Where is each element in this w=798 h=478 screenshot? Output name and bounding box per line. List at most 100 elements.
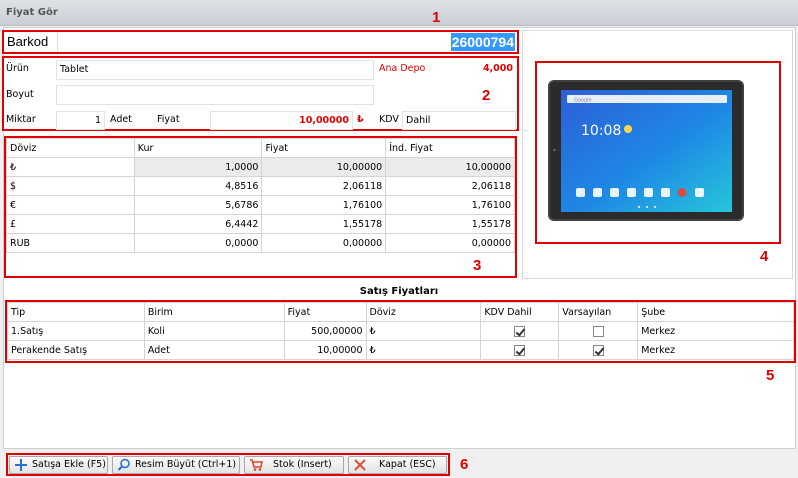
cell-tip: Perakende Satış: [7, 340, 145, 360]
cell-kur: 5,6786: [133, 195, 263, 215]
depo-stock-value: 4,000: [432, 60, 516, 80]
unit-label: Adet: [110, 114, 132, 125]
sales-table-header: Tip Birim Fiyat Döviz KDV Dahil Varsayıl…: [7, 302, 794, 322]
cell-doviz: $: [6, 176, 135, 196]
cell-doviz: £: [6, 214, 135, 234]
col-ind-fiyat[interactable]: İnd. Fiyat: [385, 138, 515, 158]
urun-field[interactable]: Tablet: [56, 60, 374, 80]
cell-doviz: €: [6, 195, 135, 215]
stock-button[interactable]: Stok (Insert): [244, 456, 344, 474]
urun-label: Ürün: [6, 63, 29, 74]
cell-fiyat: 0,00000: [261, 233, 387, 253]
annotation-6: 6: [460, 456, 469, 473]
boyut-label: Boyut: [6, 89, 34, 100]
miktar-label: Miktar: [6, 114, 36, 125]
kdv-label: KDV: [379, 114, 399, 125]
fiyat-label: Fiyat: [157, 114, 180, 125]
cell-ind-fiyat: 0,00000: [385, 233, 515, 253]
table-row[interactable]: ₺ 1,0000 10,00000 10,00000: [6, 157, 515, 177]
cell-fiyat: 2,06118: [261, 176, 387, 196]
product-image[interactable]: Google 10:08: [548, 80, 744, 221]
boyut-field[interactable]: [56, 85, 374, 105]
table-row[interactable]: € 5,6786 1,76100 1,76100: [6, 195, 515, 215]
title-bar: Fiyat Gör: [0, 0, 798, 26]
col-fiyat[interactable]: Fiyat: [283, 302, 367, 322]
col-doviz[interactable]: Döviz: [365, 302, 482, 322]
kdv-dahil-checkbox[interactable]: [514, 344, 526, 356]
col-kur[interactable]: Kur: [133, 138, 263, 158]
depo-label: Ana Depo: [379, 63, 426, 74]
cell-ind-fiyat: 10,00000: [385, 157, 515, 177]
col-tip[interactable]: Tip: [7, 302, 145, 322]
tablet-clock: 10:08: [581, 123, 621, 139]
col-doviz[interactable]: Döviz: [6, 138, 135, 158]
tablet-search-text: Google: [574, 98, 592, 104]
cell-sube: Merkez: [637, 340, 794, 360]
magnifier-icon: [117, 458, 130, 471]
miktar-field[interactable]: 1: [56, 111, 105, 130]
cell-varsayilan: [558, 321, 639, 341]
table-row[interactable]: $ 4,8516 2,06118 2,06118: [6, 176, 515, 196]
cart-icon: [250, 459, 263, 471]
cell-varsayilan: [558, 340, 639, 360]
barcode-label: Barkod: [7, 34, 49, 49]
cell-fiyat: 1,55178: [261, 214, 387, 234]
cell-doviz: ₺: [365, 340, 482, 360]
annotation-5: 5: [766, 367, 775, 384]
table-row[interactable]: RUB 0,0000 0,00000 0,00000: [6, 233, 515, 253]
cell-fiyat: 10,00000: [261, 157, 387, 177]
sales-table: Tip Birim Fiyat Döviz KDV Dahil Varsayıl…: [7, 302, 794, 360]
col-sube[interactable]: Şube: [637, 302, 794, 322]
cell-ind-fiyat: 1,55178: [385, 214, 515, 234]
cell-kdv-dahil: [480, 340, 560, 360]
close-button[interactable]: Kapat (ESC): [348, 456, 447, 474]
x-icon: [354, 459, 366, 471]
varsayilan-checkbox[interactable]: [592, 325, 604, 337]
cell-birim: Adet: [143, 340, 285, 360]
close-label: Kapat (ESC): [379, 459, 436, 470]
cell-doviz: ₺: [6, 157, 135, 177]
cell-fiyat: 10,00000: [283, 340, 367, 360]
cell-doviz: RUB: [6, 233, 135, 253]
currency-table: Döviz Kur Fiyat İnd. Fiyat ₺ 1,0000 10,0…: [6, 138, 515, 253]
stock-label: Stok (Insert): [273, 459, 332, 470]
barcode-input[interactable]: 26000794: [59, 32, 517, 52]
cell-kdv-dahil: [480, 321, 560, 341]
col-varsayilan[interactable]: Varsayılan: [558, 302, 639, 322]
annotation-1: 1: [432, 9, 441, 26]
kdv-dahil-checkbox[interactable]: [514, 325, 526, 337]
col-birim[interactable]: Birim: [143, 302, 285, 322]
zoom-image-button[interactable]: Resim Büyüt (Ctrl+1): [112, 456, 240, 474]
cell-fiyat: 500,00000: [283, 321, 367, 341]
table-row[interactable]: Perakende Satış Adet 10,00000 ₺ Merkez: [7, 340, 794, 360]
barcode-divider: [57, 32, 58, 52]
cell-kur: 1,0000: [133, 157, 263, 177]
cell-tip: 1.Satış: [7, 321, 145, 341]
table-row[interactable]: 1.Satış Koli 500,00000 ₺ Merkez: [7, 321, 794, 341]
cell-kur: 6,4442: [133, 214, 263, 234]
cell-kur: 0,0000: [133, 233, 263, 253]
cell-birim: Koli: [143, 321, 285, 341]
plus-icon: [15, 459, 27, 471]
cell-fiyat: 1,76100: [261, 195, 387, 215]
col-kdv-dahil[interactable]: KDV Dahil: [480, 302, 560, 322]
col-fiyat[interactable]: Fiyat: [261, 138, 387, 158]
cell-kur: 4,8516: [133, 176, 263, 196]
cell-ind-fiyat: 1,76100: [385, 195, 515, 215]
window-title: Fiyat Gör: [6, 7, 58, 18]
varsayilan-checkbox[interactable]: [592, 344, 604, 356]
add-to-sale-label: Satışa Ekle (F5): [32, 459, 106, 470]
cell-ind-fiyat: 2,06118: [385, 176, 515, 196]
currency-symbol: ₺: [357, 114, 364, 125]
add-to-sale-button[interactable]: Satışa Ekle (F5): [9, 456, 108, 474]
currency-table-header: Döviz Kur Fiyat İnd. Fiyat: [6, 138, 515, 158]
kdv-field[interactable]: Dahil: [402, 111, 516, 130]
zoom-image-label: Resim Büyüt (Ctrl+1): [135, 459, 237, 470]
fiyat-field[interactable]: 10,00000: [210, 111, 353, 130]
cell-sube: Merkez: [637, 321, 794, 341]
barcode-value: 26000794: [450, 33, 515, 51]
annotation-4: 4: [760, 248, 769, 265]
cell-doviz: ₺: [365, 321, 482, 341]
table-row[interactable]: £ 6,4442 1,55178 1,55178: [6, 214, 515, 234]
sales-title: Satış Fiyatları: [359, 286, 439, 297]
